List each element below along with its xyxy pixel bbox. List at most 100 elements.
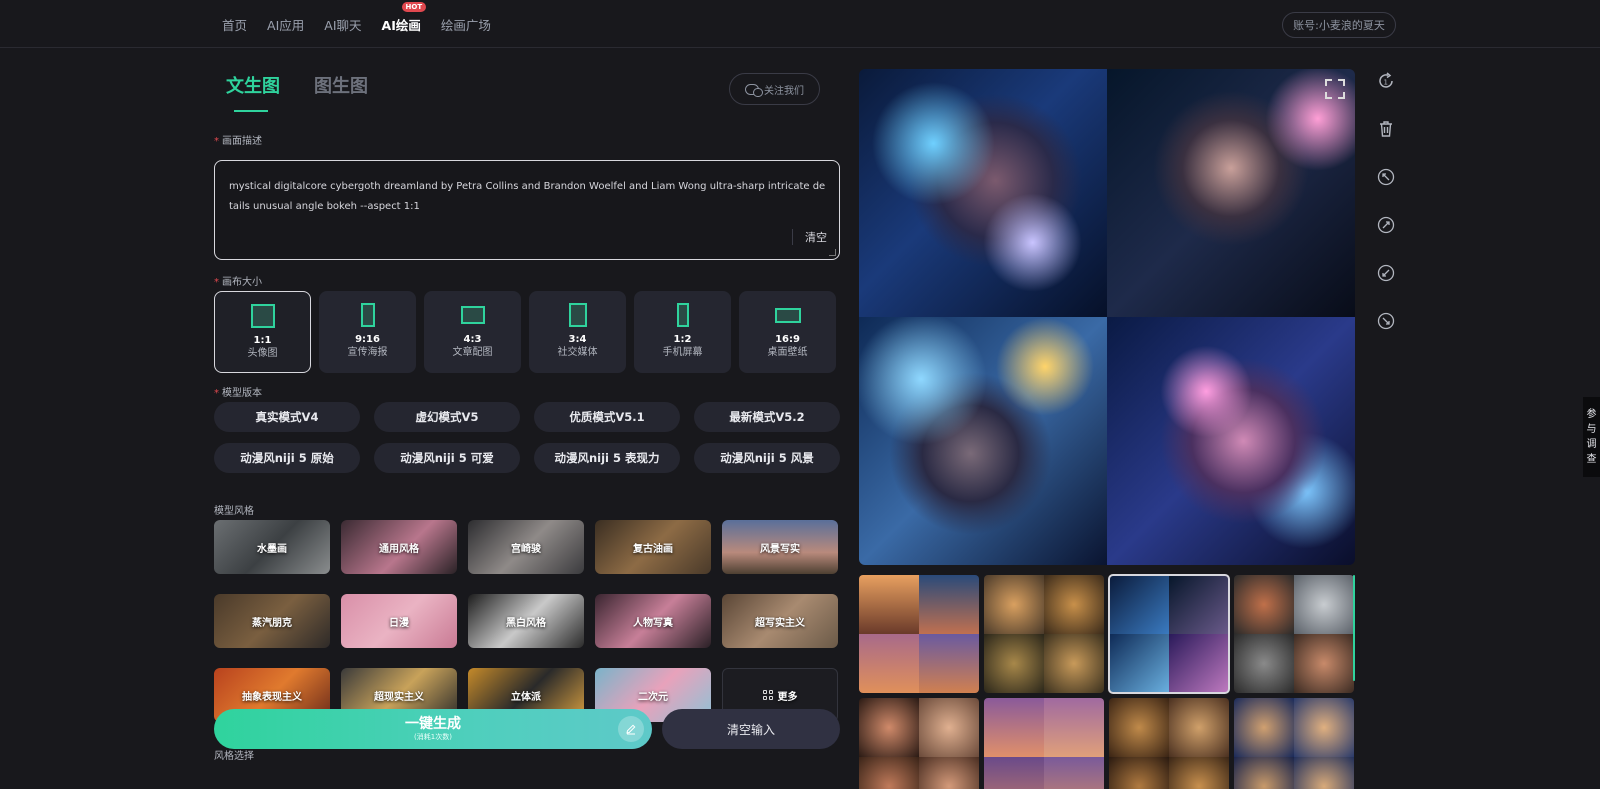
history-thumbnail[interactable] [859, 698, 979, 789]
history-thumbnails [859, 574, 1355, 789]
trash-icon[interactable] [1373, 116, 1399, 142]
model-option[interactable]: 真实模式V4 [214, 402, 360, 432]
fullscreen-icon[interactable] [1323, 77, 1347, 101]
ratio-option-1-1[interactable]: 1:1 头像图 [214, 291, 311, 373]
follow-us-label: 关注我们 [764, 85, 804, 97]
image-tools: 1 [1373, 68, 1399, 356]
ratio-use: 桌面壁纸 [767, 347, 808, 358]
generation-panel: 文生图 图生图 关注我们 * 画面描述 mystical digitalcore … [214, 48, 842, 789]
style-option-anime[interactable]: 日漫 [341, 594, 457, 648]
clear-input-button[interactable]: 清空输入 [662, 709, 840, 749]
description-textarea[interactable]: mystical digitalcore cybergoth dreamland… [214, 160, 840, 260]
more-label: 更多 [777, 691, 798, 703]
model-option[interactable]: 最新模式V5.2 [694, 402, 840, 432]
style-option-landscape[interactable]: 风景写实 [722, 520, 838, 574]
portrait-ratio-icon [568, 303, 587, 327]
style-select-label: 风格选择 [214, 751, 254, 762]
nav-item-ai-painting-label: AI绘画 [381, 17, 421, 33]
ratio-use: 社交媒体 [557, 347, 598, 358]
style-option-oil-painting[interactable]: 复古油画 [595, 520, 711, 574]
model-option[interactable]: 优质模式V5.1 [534, 402, 680, 432]
history-thumbnail-selected[interactable] [1108, 574, 1230, 694]
edit-icon[interactable] [618, 716, 644, 742]
result-image-2[interactable] [1107, 69, 1355, 317]
history-thumbnail[interactable] [859, 575, 979, 693]
ratio-use: 文章配图 [452, 347, 493, 358]
grid-icon [762, 690, 773, 700]
regenerate-icon[interactable]: 1 [1373, 68, 1399, 94]
history-thumbnail[interactable] [1234, 698, 1354, 789]
tab-text-to-image[interactable]: 文生图 [226, 72, 280, 112]
history-scrollbar[interactable] [1353, 575, 1355, 681]
model-version-options: 真实模式V4 虚幻模式V5 优质模式V5.1 最新模式V5.2 动漫风niji … [214, 402, 840, 473]
landscape-ratio-icon [460, 306, 485, 324]
model-style-label: 模型风格 [214, 506, 254, 517]
result-image-grid [859, 69, 1355, 565]
model-option[interactable]: 动漫风niji 5 风景 [694, 443, 840, 473]
ratio-value: 4:3 [463, 334, 482, 345]
description-text[interactable]: mystical digitalcore cybergoth dreamland… [229, 177, 827, 217]
style-option-general[interactable]: 通用风格 [341, 520, 457, 574]
history-thumbnail[interactable] [1234, 575, 1354, 693]
model-version-label: * 模型版本 [214, 388, 262, 399]
account-button[interactable]: 账号:小麦浪的夏天 [1282, 12, 1396, 38]
tall-ratio-icon [676, 303, 689, 327]
ratio-use: 手机屏幕 [662, 347, 703, 358]
description-label: * 画面描述 [214, 136, 262, 147]
ratio-value: 1:2 [673, 334, 692, 345]
portrait-ratio-icon [360, 303, 375, 327]
result-image-3[interactable] [859, 317, 1107, 565]
upscale-bottom-right-icon[interactable] [1373, 308, 1399, 334]
tab-image-to-image[interactable]: 图生图 [314, 72, 368, 112]
model-option[interactable]: 虚幻模式V5 [374, 402, 520, 432]
wide-ratio-icon [774, 307, 801, 323]
upscale-top-left-icon[interactable] [1373, 164, 1399, 190]
svg-text:1: 1 [1384, 79, 1388, 87]
ratio-value: 16:9 [775, 334, 800, 345]
nav-item-ai-apps[interactable]: AI应用 [267, 15, 304, 34]
ratio-option-9-16[interactable]: 9:16 宣传海报 [319, 291, 416, 373]
nav-item-ai-painting[interactable]: AI绘画 HOT [381, 1, 427, 34]
style-option-portrait[interactable]: 人物写真 [595, 594, 711, 648]
resize-handle-icon[interactable] [829, 249, 836, 256]
survey-side-tab[interactable]: 参与调查 [1583, 397, 1600, 477]
style-option-hyperrealism[interactable]: 超写实主义 [722, 594, 838, 648]
generate-button[interactable]: 一键生成 (消耗1次数) [214, 709, 652, 749]
model-option[interactable]: 动漫风niji 5 原始 [214, 443, 360, 473]
wechat-icon [745, 83, 763, 97]
ratio-option-1-2[interactable]: 1:2 手机屏幕 [634, 291, 731, 373]
generate-label: 一键生成 [405, 716, 461, 732]
history-thumbnail[interactable] [1109, 698, 1229, 789]
ratio-value: 9:16 [355, 334, 380, 345]
style-option-miyazaki[interactable]: 宫崎骏 [468, 520, 584, 574]
model-option[interactable]: 动漫风niji 5 可爱 [374, 443, 520, 473]
square-ratio-icon [250, 304, 275, 328]
upscale-bottom-left-icon[interactable] [1373, 260, 1399, 286]
nav-item-home[interactable]: 首页 [222, 15, 247, 34]
ratio-option-16-9[interactable]: 16:9 桌面壁纸 [739, 291, 836, 373]
ratio-option-3-4[interactable]: 3:4 社交媒体 [529, 291, 626, 373]
history-thumbnail[interactable] [984, 575, 1104, 693]
ratio-option-4-3[interactable]: 4:3 文章配图 [424, 291, 521, 373]
ratio-use: 宣传海报 [347, 347, 388, 358]
upscale-top-right-icon[interactable] [1373, 212, 1399, 238]
top-navigation-bar: 首页 AI应用 AI聊天 AI绘画 HOT 绘画广场 账号:小麦浪的夏天 [0, 0, 1600, 48]
ratio-value: 1:1 [253, 335, 272, 346]
follow-us-button[interactable]: 关注我们 [729, 73, 820, 105]
hot-badge: HOT [401, 1, 427, 12]
result-image-4[interactable] [1107, 317, 1355, 565]
style-option-steampunk[interactable]: 蒸汽朋克 [214, 594, 330, 648]
style-option-ink[interactable]: 水墨画 [214, 520, 330, 574]
canvas-size-options: 1:1 头像图 9:16 宣传海报 4:3 文章配图 3:4 社交媒体 1:2 … [214, 291, 836, 373]
ratio-value: 3:4 [568, 334, 587, 345]
clear-description-button[interactable]: 清空 [792, 229, 827, 245]
model-option[interactable]: 动漫风niji 5 表现力 [534, 443, 680, 473]
model-style-options: 水墨画 通用风格 宫崎骏 复古油画 风景写实 蒸汽朋克 日漫 黑白风格 人物写真… [214, 520, 840, 722]
canvas-size-label: * 画布大小 [214, 277, 262, 288]
generate-cost: (消耗1次数) [414, 733, 452, 741]
history-thumbnail[interactable] [984, 698, 1104, 789]
nav-item-ai-chat[interactable]: AI聊天 [324, 15, 361, 34]
result-image-1[interactable] [859, 69, 1107, 317]
nav-item-gallery[interactable]: 绘画广场 [441, 15, 491, 34]
style-option-black-white[interactable]: 黑白风格 [468, 594, 584, 648]
